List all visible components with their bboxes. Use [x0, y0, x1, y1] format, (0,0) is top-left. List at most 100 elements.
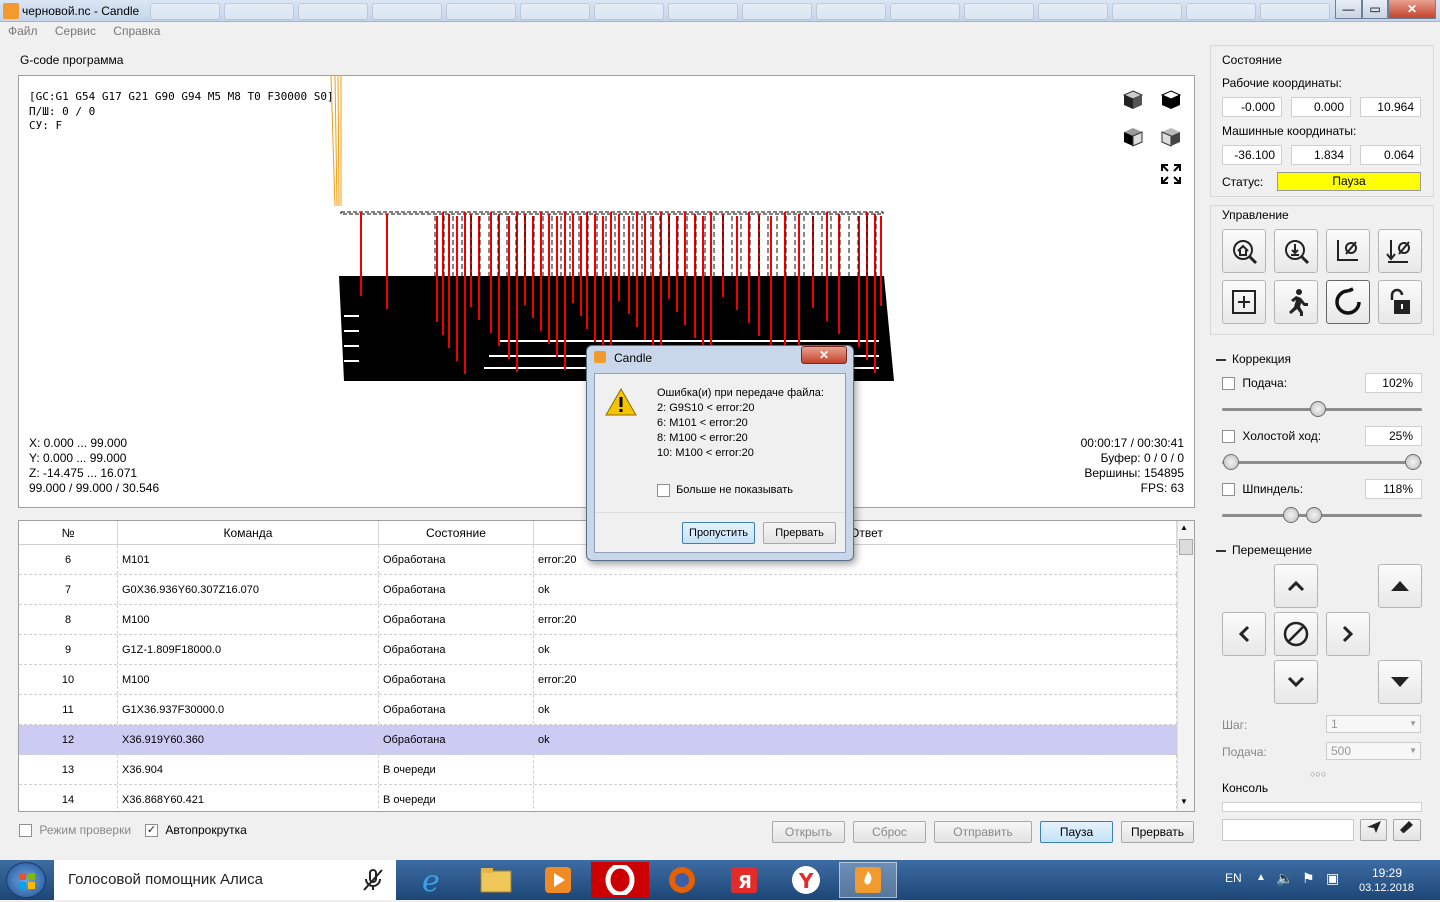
table-row[interactable]: 14 X36.868Y60.421 В очереди: [19, 785, 1177, 811]
rapid-override-knob-min[interactable]: [1223, 454, 1239, 470]
cube-front-icon[interactable]: [1118, 85, 1148, 115]
media-player-icon[interactable]: [529, 862, 587, 898]
explorer-icon[interactable]: [467, 862, 525, 898]
language-indicator[interactable]: EN: [1225, 871, 1242, 885]
spindle-override-toggle[interactable]: Шпиндель:: [1222, 482, 1303, 497]
candle-taskbar-icon[interactable]: [839, 862, 897, 898]
clock-time[interactable]: 19:29: [1372, 866, 1402, 880]
yandex-icon[interactable]: Y: [777, 862, 835, 898]
feed-override-knob[interactable]: [1310, 401, 1326, 417]
scroll-up-icon[interactable]: ▲: [1180, 523, 1188, 532]
origin-icon[interactable]: [1222, 280, 1266, 324]
reset-button[interactable]: Сброс: [853, 821, 926, 843]
spindle-override-checkbox[interactable]: [1222, 483, 1235, 497]
safe-position-icon[interactable]: [1274, 280, 1318, 324]
assistant-search-box[interactable]: Голосовой помощник Алиса: [54, 860, 396, 900]
jog-y-plus-icon[interactable]: [1274, 564, 1318, 608]
microphone-muted-icon[interactable]: [362, 868, 384, 895]
feed-override-toggle[interactable]: Подача:: [1222, 376, 1287, 391]
console-input[interactable]: [1222, 819, 1354, 841]
close-button[interactable]: ✕: [1388, 0, 1436, 19]
jog-step-select[interactable]: 1 ▼: [1326, 715, 1421, 733]
table-row[interactable]: 11 G1X36.937F30000.0 Обработана ok: [19, 695, 1177, 725]
home-icon[interactable]: [1222, 229, 1266, 273]
dont-show-checkbox[interactable]: [657, 484, 670, 497]
clock-date[interactable]: 03.12.2018: [1359, 882, 1414, 894]
send-command-icon[interactable]: [1360, 819, 1387, 841]
dialog-abort-button[interactable]: Прервать: [763, 522, 836, 544]
jog-feed-value: 500: [1331, 744, 1352, 758]
jog-z-plus-icon[interactable]: [1378, 564, 1422, 608]
reset-icon[interactable]: [1326, 280, 1370, 324]
spindle-override-value[interactable]: 118%: [1365, 479, 1422, 499]
table-row[interactable]: 8 M100 Обработана error:20: [19, 605, 1177, 635]
pause-button[interactable]: Пауза: [1040, 821, 1113, 843]
table-row[interactable]: 10 M100 Обработана error:20: [19, 665, 1177, 695]
start-button[interactable]: [6, 862, 46, 898]
maximize-button[interactable]: ▭: [1362, 0, 1388, 19]
spindle-override-track[interactable]: [1222, 514, 1422, 517]
firefox-icon[interactable]: [653, 862, 711, 898]
cube-top-icon[interactable]: [1156, 85, 1186, 115]
check-mode-toggle[interactable]: Режим проверки: [19, 823, 131, 838]
splitter-handle[interactable]: ○○○: [1310, 769, 1326, 779]
send-button[interactable]: Отправить: [934, 821, 1032, 843]
candle-app-icon: [3, 3, 19, 19]
ie-icon[interactable]: e: [405, 862, 463, 898]
spindle-override-knob-b[interactable]: [1306, 507, 1322, 523]
cube-iso-icon[interactable]: [1156, 122, 1186, 152]
tray-expand-icon[interactable]: ▲: [1256, 872, 1266, 883]
zero-z-icon[interactable]: [1378, 229, 1422, 273]
gcode-table[interactable]: № Команда Состояние Ответ 6 M101 Обработан…: [18, 520, 1195, 812]
dialog-close-button[interactable]: ✕: [801, 346, 847, 364]
flag-icon[interactable]: ⚑: [1302, 870, 1315, 887]
rapid-override-knob-max[interactable]: [1405, 454, 1421, 470]
autoscroll-checkbox[interactable]: [145, 824, 158, 838]
table-row[interactable]: 12 X36.919Y60.360 Обработана ok: [19, 725, 1177, 755]
dont-show-toggle[interactable]: Больше не показывать: [657, 484, 793, 497]
open-button[interactable]: Открыть: [772, 821, 845, 843]
unlock-icon[interactable]: [1378, 280, 1422, 324]
zero-probe-icon[interactable]: [1274, 229, 1318, 273]
rapid-override-value[interactable]: 25%: [1365, 426, 1422, 446]
opera-icon[interactable]: [591, 862, 649, 898]
table-row[interactable]: 9 G1Z-1.809F18000.0 Обработана ok: [19, 635, 1177, 665]
col-header-command[interactable]: Команда: [118, 521, 379, 544]
clear-console-icon[interactable]: [1393, 819, 1421, 841]
jog-stop-icon[interactable]: [1274, 612, 1318, 656]
svg-text:Y: Y: [798, 869, 814, 893]
menu-help[interactable]: Справка: [113, 24, 160, 38]
rapid-override-toggle[interactable]: Холостой ход:: [1222, 429, 1321, 444]
jog-x-minus-icon[interactable]: [1222, 612, 1266, 656]
volume-icon[interactable]: 🔈: [1276, 870, 1293, 887]
yandex-browser-icon[interactable]: Я: [715, 862, 773, 898]
network-icon[interactable]: ▣: [1326, 870, 1339, 887]
menu-file[interactable]: Файл: [8, 24, 38, 38]
fullscreen-icon[interactable]: [1156, 159, 1186, 189]
jog-feed-select[interactable]: 500 ▼: [1326, 742, 1421, 760]
feed-override-checkbox[interactable]: [1222, 377, 1235, 391]
minimize-button[interactable]: —: [1335, 0, 1362, 19]
col-header-state[interactable]: Состояние: [379, 521, 534, 544]
cube-left-icon[interactable]: [1118, 122, 1148, 152]
rapid-override-checkbox[interactable]: [1222, 430, 1235, 444]
work-z-value: 10.964: [1360, 97, 1421, 117]
jog-z-minus-icon[interactable]: [1378, 660, 1422, 704]
skip-button[interactable]: Пропустить: [682, 522, 755, 544]
menu-service[interactable]: Сервис: [55, 24, 96, 38]
check-mode-checkbox[interactable]: [19, 824, 32, 838]
zero-xy-icon[interactable]: [1326, 229, 1370, 273]
autoscroll-toggle[interactable]: Автопрокрутка: [145, 823, 247, 838]
table-row[interactable]: 7 G0X36.936Y60.307Z16.070 Обработана ok: [19, 575, 1177, 605]
col-header-number[interactable]: №: [19, 521, 118, 544]
jog-x-plus-icon[interactable]: [1326, 612, 1370, 656]
rapid-override-track[interactable]: [1222, 461, 1422, 464]
table-row[interactable]: 13 X36.904 В очереди: [19, 755, 1177, 785]
abort-button[interactable]: Прервать: [1121, 821, 1194, 843]
table-scrollbar[interactable]: ▲ ▼: [1177, 521, 1194, 811]
jog-y-minus-icon[interactable]: [1274, 660, 1318, 704]
scroll-thumb[interactable]: [1179, 539, 1193, 555]
feed-override-value[interactable]: 102%: [1365, 373, 1422, 393]
scroll-down-icon[interactable]: ▼: [1180, 797, 1188, 806]
spindle-override-knob-a[interactable]: [1283, 507, 1299, 523]
